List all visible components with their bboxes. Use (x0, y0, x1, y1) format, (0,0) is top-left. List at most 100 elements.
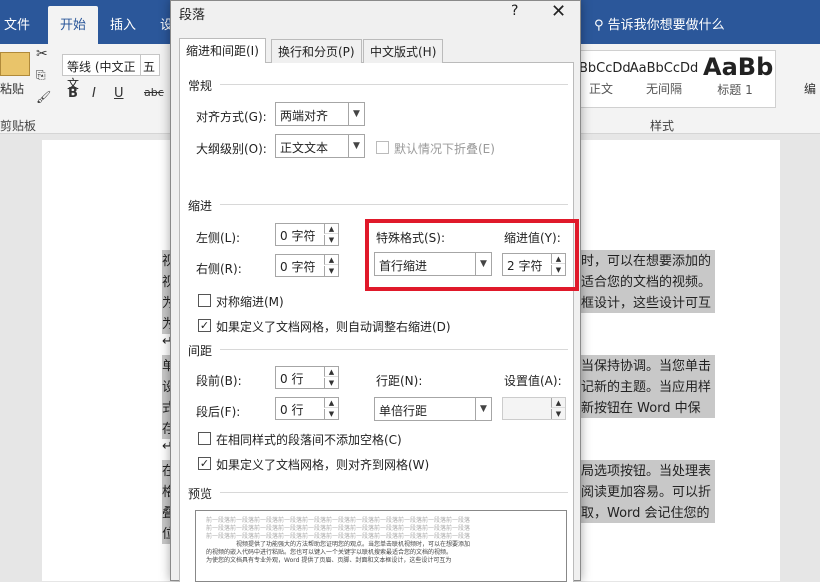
no-space-same-style-label: 在相同样式的段落间不添加空格(C) (216, 433, 402, 447)
chevron-down-icon: ▼ (348, 135, 364, 157)
left-indent-value: 0 字符 (280, 229, 316, 243)
spacing-at-spinner[interactable]: ▲ ▼ (502, 397, 566, 420)
tell-me-search[interactable]: ⚲ 告诉我你想要做什么 (594, 14, 725, 33)
alignment-label: 对齐方式(G): (196, 110, 267, 124)
spin-up-icon[interactable]: ▲ (324, 398, 338, 408)
preview-heading: 预览 (188, 487, 213, 501)
preview-sample-line: 为使您的文档具有专业外观，Word 提供了页眉、页脚、封面和文本框设计，这些设计… (206, 557, 452, 564)
left-indent-spinner[interactable]: 0 字符 ▲ ▼ (275, 223, 339, 246)
spin-up-icon[interactable]: ▲ (551, 398, 565, 408)
style-no-spacing[interactable]: AaBbCcDd 无间隔 (629, 51, 699, 109)
spacing-divider (220, 349, 568, 350)
right-indent-value: 0 字符 (280, 260, 316, 274)
preview-prev-line: 前一段落前一段落前一段落前一段落前一段落前一段落前一段落前一段落前一段落前一段落… (206, 525, 471, 532)
paste-button[interactable]: 粘贴 (0, 80, 24, 97)
outline-level-select[interactable]: 正文文本 ▼ (275, 134, 365, 158)
outline-level-label: 大纲级别(O): (196, 142, 267, 156)
copy-icon[interactable]: ⎘ (36, 68, 46, 83)
document-line-right: 当保持协调。当您单击 (581, 355, 715, 376)
spin-up-icon[interactable]: ▲ (324, 255, 338, 265)
style-normal-preview: BbCcDd (579, 61, 631, 76)
bold-button[interactable]: B (68, 86, 78, 101)
search-icon: ⚲ (594, 18, 604, 33)
spin-down-icon[interactable]: ▼ (551, 409, 565, 419)
alignment-select[interactable]: 两端对齐 ▼ (275, 102, 365, 126)
tab-home[interactable]: 开始 (48, 6, 99, 44)
dialog-title: 段落 (179, 8, 206, 23)
clipboard-group-label: 剪贴板 (0, 119, 37, 133)
style-heading1-name: 标题 1 (717, 83, 753, 97)
right-indent-spinner[interactable]: 0 字符 ▲ ▼ (275, 254, 339, 277)
collapse-label: 默认情况下折叠(E) (394, 142, 495, 156)
style-heading1[interactable]: AaBb 标题 1 (703, 51, 774, 109)
close-button[interactable]: ✕ (551, 1, 566, 22)
document-line-right: 适合您的文档的视频。 (581, 271, 715, 292)
tab-asian-typography[interactable]: 中文版式(H) (363, 39, 444, 63)
highlight-box (365, 219, 579, 291)
preview-divider (220, 492, 568, 493)
preview-prev-line: 前一段落前一段落前一段落前一段落前一段落前一段落前一段落前一段落前一段落前一段落… (206, 533, 471, 540)
preview-prev-line: 前一段落前一段落前一段落前一段落前一段落前一段落前一段落前一段落前一段落前一段落… (206, 517, 471, 524)
spin-down-icon[interactable]: ▼ (324, 235, 338, 245)
document-line-right: 时，可以在想要添加的 (581, 250, 715, 271)
chevron-down-icon: ▼ (348, 103, 364, 125)
general-divider (220, 84, 568, 85)
style-normal[interactable]: BbCcDd 正文 (579, 51, 631, 109)
spin-up-icon[interactable]: ▲ (324, 224, 338, 234)
strikethrough-button[interactable]: abc (144, 86, 164, 99)
italic-button[interactable]: I (92, 86, 96, 101)
document-line-right: 阅读更加容易。可以折 (581, 481, 715, 502)
spin-up-icon[interactable]: ▲ (324, 367, 338, 377)
mirror-indent-label: 对称缩进(M) (216, 295, 284, 309)
help-button[interactable]: ? (511, 3, 518, 19)
preview-sample-line: 视频提供了功能强大的方法帮助您证明您的观点。当您单击联机视频时，可以在想要添加 (236, 541, 471, 548)
line-spacing-label: 行距(N): (376, 374, 423, 388)
style-gallery: BbCcDd 正文 AaBbCcDd 无间隔 AaBb 标题 1 (578, 50, 776, 108)
paste-icon[interactable] (0, 52, 30, 76)
mirror-indent-checkbox[interactable] (198, 294, 211, 307)
outline-level-value: 正文文本 (280, 141, 329, 155)
style-no-spacing-name: 无间隔 (645, 82, 682, 96)
snap-to-grid-label: 如果定义了文档网格，则对齐到网格(W) (216, 458, 430, 472)
right-indent-label: 右侧(R): (196, 262, 242, 276)
auto-adjust-label: 如果定义了文档网格，则自动调整右缩进(D) (216, 320, 451, 334)
document-line-right: 框设计，这些设计可互 (581, 292, 715, 313)
space-before-spinner[interactable]: 0 行 ▲ ▼ (275, 366, 339, 389)
space-before-label: 段前(B): (196, 374, 242, 388)
tab-file[interactable]: 文件 (4, 14, 30, 33)
tab-line-page-breaks[interactable]: 换行和分页(P) (271, 39, 362, 63)
tell-me-label: 告诉我你想要做什么 (607, 18, 725, 33)
line-spacing-select[interactable]: 单倍行距 ▼ (374, 397, 492, 421)
indent-heading: 缩进 (188, 199, 213, 213)
format-painter-icon[interactable]: 🖌 (36, 90, 51, 104)
tab-insert[interactable]: 插入 (110, 14, 136, 33)
auto-adjust-checkbox[interactable]: ✓ (198, 319, 211, 332)
document-line-right: 记新的主题。当应用样 (581, 376, 715, 397)
spacing-heading: 间距 (188, 344, 213, 358)
style-heading1-preview: AaBb (703, 53, 774, 81)
alignment-value: 两端对齐 (280, 109, 329, 123)
document-line-right: 局选项按钮。当处理表 (581, 460, 715, 481)
collapse-checkbox[interactable] (376, 141, 389, 154)
spacing-at-label: 设置值(A): (504, 374, 562, 388)
chevron-down-icon: ▼ (475, 398, 491, 420)
spin-down-icon[interactable]: ▼ (324, 266, 338, 276)
spin-down-icon[interactable]: ▼ (324, 409, 338, 419)
style-no-spacing-preview: AaBbCcDd (629, 61, 699, 76)
space-after-spinner[interactable]: 0 行 ▲ ▼ (275, 397, 339, 420)
tab-indents-spacing[interactable]: 缩进和间距(I) (179, 38, 266, 63)
no-space-same-style-checkbox[interactable] (198, 432, 211, 445)
general-heading: 常规 (188, 79, 213, 93)
font-name-combo[interactable]: 等线 (中文正文 (62, 54, 152, 91)
preview-box: 前一段落前一段落前一段落前一段落前一段落前一段落前一段落前一段落前一段落前一段落… (195, 510, 567, 582)
document-line-right: 取，Word 会记住您的 (581, 502, 715, 523)
spin-down-icon[interactable]: ▼ (324, 378, 338, 388)
style-normal-name: 正文 (588, 82, 613, 96)
dialog-tabs: 缩进和间距(I) 换行和分页(P) 中文版式(H) (179, 38, 574, 63)
cut-icon[interactable]: ✂ (36, 46, 48, 62)
snap-to-grid-checkbox[interactable]: ✓ (198, 457, 211, 470)
underline-button[interactable]: U (114, 86, 124, 101)
edit-button[interactable]: 编 (804, 80, 816, 97)
font-size-combo[interactable]: 五 (140, 54, 160, 76)
indent-divider (220, 204, 568, 205)
